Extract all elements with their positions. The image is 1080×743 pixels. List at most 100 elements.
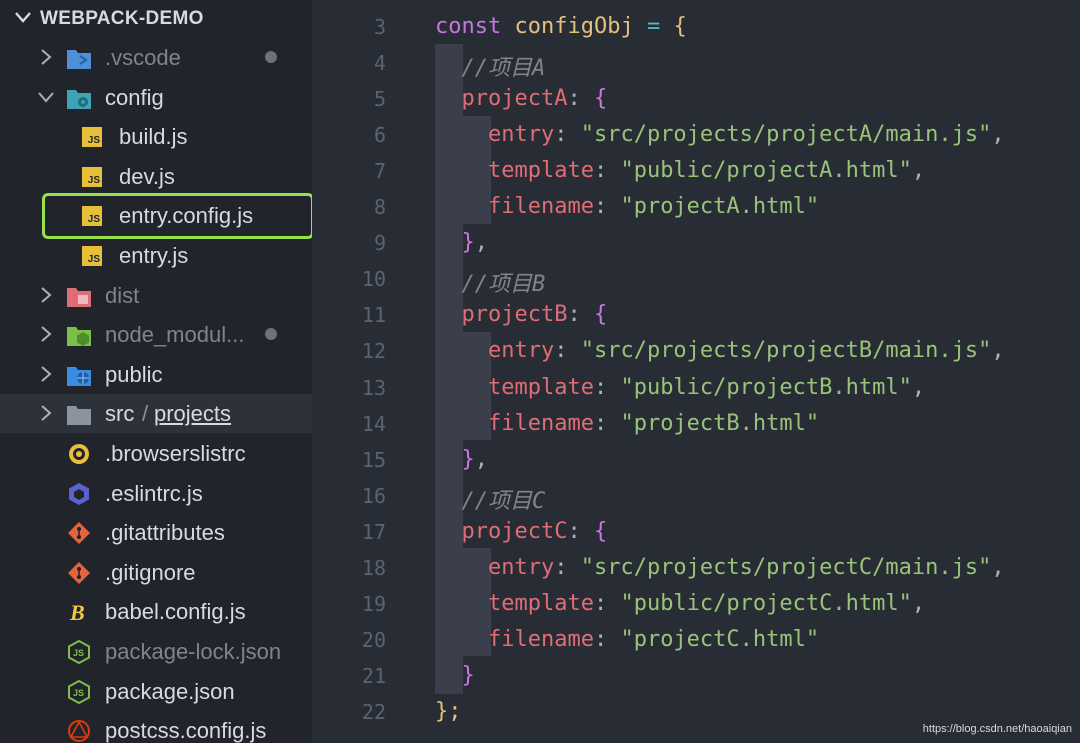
line-number: 7 (373, 159, 386, 184)
code-token: "public/projectB.html" (620, 374, 912, 400)
tree-item-label: .vscode (105, 45, 181, 70)
line-number: 22 (361, 699, 386, 724)
code-token: entry (435, 554, 555, 580)
code-token: filename (435, 410, 594, 436)
tree-item-package-lock-json[interactable]: JS package-lock.json (0, 632, 312, 671)
line-number: 4 (373, 51, 386, 76)
code-token: , (991, 338, 1005, 364)
tree-item-gitattributes[interactable]: .gitattributes (0, 513, 312, 552)
code-line[interactable]: 4 //项目A (312, 44, 1080, 82)
code-text: template: "public/projectC.html", (435, 591, 925, 616)
code-text: template: "public/projectA.html", (435, 158, 925, 183)
code-line[interactable]: 6 entry: "src/projects/projectA/main.js"… (312, 116, 1080, 152)
code-line[interactable]: 21 } (312, 657, 1080, 693)
code-line[interactable]: 15 }, (312, 441, 1080, 477)
tree-item-node-modul[interactable]: node_modul... (0, 315, 312, 354)
code-line[interactable]: 7 template: "public/projectA.html", (312, 152, 1080, 188)
code-token: }; (435, 698, 462, 724)
tree-item-gitignore[interactable]: .gitignore (0, 553, 312, 592)
code-line[interactable]: 3 const configObj = { (312, 8, 1080, 44)
code-token: : (593, 194, 621, 220)
code-token: //项目C (435, 488, 546, 514)
chevron-right-icon[interactable] (36, 364, 56, 384)
code-token: template (435, 374, 594, 400)
tree-item-postcss-config-js[interactable]: postcss.config.js (0, 711, 312, 743)
code-token: { (673, 14, 687, 39)
code-text: projectA: { (435, 86, 607, 111)
tree-item-label: package.json (105, 678, 235, 704)
code-token: : (593, 410, 621, 436)
code-token: //项目A (435, 56, 546, 82)
tree-item-dev-js[interactable]: JS dev.js (0, 157, 312, 196)
dist-folder-icon (66, 284, 92, 308)
tree-item-dist[interactable]: dist (0, 276, 312, 315)
code-token: : (567, 86, 594, 112)
code-line[interactable]: 9 }, (312, 224, 1080, 260)
code-token: : (554, 554, 581, 580)
code-line[interactable]: 11 projectB: { (312, 296, 1080, 332)
code-token: "src/projects/projectC/main.js" (580, 554, 992, 580)
code-token: entry (435, 122, 555, 148)
line-number: 16 (361, 483, 386, 508)
chevron-right-icon[interactable] (36, 324, 56, 344)
code-text: const configObj = { (435, 14, 687, 39)
tree-item-label: node_modul... (105, 322, 245, 348)
code-token: projectC (435, 518, 568, 544)
tree-item-src[interactable]: src / projects (0, 394, 312, 434)
tree-item-config[interactable]: config (0, 78, 312, 117)
code-token: , (474, 446, 488, 472)
tree-item-label: dist (105, 282, 140, 308)
code-line[interactable]: 8 filename: "projectA.html" (312, 188, 1080, 224)
code-line[interactable]: 5 projectA: { (312, 80, 1080, 116)
tree-item-label: babel.config.js (105, 599, 246, 625)
code-text: filename: "projectA.html" (435, 194, 819, 219)
tree-item-label: .gitignore (105, 559, 196, 585)
chevron-down-icon[interactable] (36, 87, 56, 107)
chevron-right-icon[interactable] (36, 47, 56, 67)
nodejs-icon: JS (66, 679, 92, 704)
tree-item-vscode[interactable]: .vscode (0, 38, 312, 77)
chevron-right-icon[interactable] (36, 285, 56, 305)
tree-item-browserslistrc[interactable]: .browserslistrc (0, 434, 312, 473)
code-line[interactable]: 19 template: "public/projectC.html", (312, 585, 1080, 621)
code-line[interactable]: 16 //项目C (312, 477, 1080, 515)
modified-dot-icon (265, 51, 277, 63)
tree-item-build-js[interactable]: JS build.js (0, 117, 312, 156)
code-token: : (567, 302, 594, 328)
code-token: { (593, 302, 608, 328)
javascript-file-icon: JS (82, 166, 102, 187)
compact-folder-segment[interactable]: projects (154, 401, 231, 427)
code-line[interactable]: 20 filename: "projectC.html" (312, 621, 1080, 657)
code-editor[interactable]: 3 const configObj = {4 //项目A 5 projectA: {… (312, 0, 1080, 743)
line-number: 6 (373, 123, 386, 148)
code-text: entry: "src/projects/projectC/main.js", (435, 555, 1005, 580)
line-number: 9 (373, 231, 386, 256)
code-token: } (435, 662, 475, 688)
code-line[interactable]: 13 template: "public/projectB.html", (312, 369, 1080, 405)
code-token: , (911, 158, 926, 184)
explorer-header[interactable]: WEBPACK-DEMO (0, 0, 312, 38)
code-line[interactable]: 17 projectC: { (312, 513, 1080, 549)
code-line[interactable]: 12 entry: "src/projects/projectB/main.js… (312, 332, 1080, 368)
code-text: //项目C (435, 483, 545, 515)
code-text: }, (435, 230, 488, 255)
code-token: const (435, 14, 515, 39)
code-text: entry: "src/projects/projectA/main.js", (435, 122, 1005, 147)
code-text: }; (435, 699, 462, 724)
code-text: entry: "src/projects/projectB/main.js", (435, 338, 1005, 363)
code-line[interactable]: 14 filename: "projectB.html" (312, 405, 1080, 441)
tree-item-entry-js[interactable]: JS entry.js (0, 236, 312, 275)
tree-item-public[interactable]: public (0, 355, 312, 394)
tree-item-eslintrc-js[interactable]: .eslintrc.js (0, 474, 312, 513)
code-line[interactable]: 18 entry: "src/projects/projectC/main.js… (312, 549, 1080, 585)
code-token: , (474, 230, 488, 256)
javascript-file-icon: JS (82, 127, 102, 148)
chevron-right-icon[interactable] (36, 403, 56, 423)
tree-item-package-json[interactable]: JS package.json (0, 672, 312, 711)
line-number: 21 (361, 663, 386, 688)
git-icon (66, 561, 92, 585)
code-line[interactable]: 10 //项目B (312, 260, 1080, 297)
tree-item-babel-config-js[interactable]: Bbabel.config.js (0, 592, 312, 631)
modified-dot-icon (265, 328, 277, 341)
code-token: : (554, 338, 581, 364)
